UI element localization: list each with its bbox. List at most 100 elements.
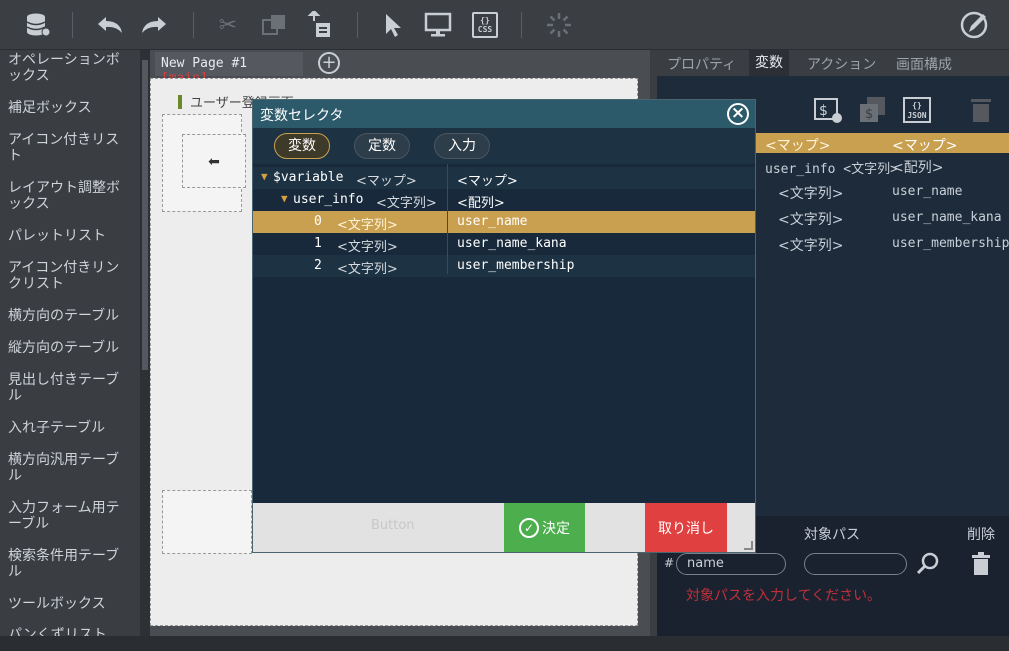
paste-icon[interactable] <box>304 9 336 41</box>
copy-variable-icon[interactable]: $ <box>858 96 888 124</box>
pointer-icon[interactable] <box>377 9 409 41</box>
monitor-icon[interactable] <box>422 9 454 41</box>
expand-triangle-icon[interactable]: ▼ <box>261 170 268 183</box>
tree-row-selected[interactable]: 0 <文字列> user_name <box>253 211 755 233</box>
trash-icon[interactable] <box>970 96 992 124</box>
tree-name: 1 <box>314 236 322 251</box>
tree-type: <マップ> <box>356 174 417 189</box>
target-path-input[interactable] <box>804 553 907 575</box>
tree-type: <文字列> <box>337 218 398 233</box>
sidebar-item[interactable]: パレットリスト <box>0 228 114 244</box>
add-page-button[interactable]: + <box>318 52 340 74</box>
dialog-tabs: 変数 定数 入力 <box>253 128 755 164</box>
tree-row[interactable]: ▼ user_info <文字列> <配列> <box>253 189 755 211</box>
variable-cell: <マップ> <box>892 138 958 154</box>
cut-icon[interactable]: ✂ <box>212 9 244 41</box>
add-variable-icon[interactable]: $ <box>814 98 844 124</box>
sidebar-item[interactable]: 入れ子テーブル <box>0 420 113 436</box>
sidebar-item[interactable]: パンくずリスト <box>0 627 115 636</box>
variable-cell: <マップ> <box>765 138 831 154</box>
ok-button[interactable]: ✓ 決定 <box>504 503 585 552</box>
delete-header: 削除 <box>967 527 995 543</box>
toolbar-separator <box>72 12 73 38</box>
sidebar-item[interactable]: 補足ボックス <box>0 100 100 116</box>
delete-row-icon[interactable] <box>972 552 990 576</box>
tree-name: $variable <box>273 170 344 185</box>
css-badge-bottom: CSS <box>477 25 493 34</box>
canvas-block[interactable] <box>162 490 252 554</box>
toolbar-separator <box>193 12 194 38</box>
dialog-title: 変数セレクタ <box>260 108 344 124</box>
variable-cell: user_info <文字列> <box>765 162 898 177</box>
svg-text:$: $ <box>865 107 873 122</box>
tab-constants[interactable]: 定数 <box>354 133 410 159</box>
sidebar-scroll-thumb[interactable] <box>142 60 148 370</box>
name-input[interactable]: name <box>676 553 786 575</box>
dialog-title-bar[interactable]: 変数セレクタ × <box>253 100 755 128</box>
right-panel-tabs: プロパティ 変数 アクション 画面構成 <box>657 50 1009 76</box>
expand-triangle-icon[interactable]: ▼ <box>281 192 288 205</box>
svg-text:$: $ <box>819 103 828 119</box>
css-badge-top: {} <box>480 16 490 25</box>
variable-cell: user_name <box>892 184 963 199</box>
toolbar-separator <box>521 12 522 38</box>
close-icon[interactable]: × <box>727 103 749 125</box>
toolbar-separator <box>357 12 358 38</box>
target-path-header: 対象パス <box>804 527 860 543</box>
sidebar-item[interactable]: 入力フォーム用テーブル <box>0 500 140 532</box>
json-icon[interactable]: {} JSON <box>903 97 931 123</box>
resize-grip-icon[interactable] <box>744 541 753 550</box>
target-path-error: 対象パスを入力してください。 <box>686 588 882 604</box>
sidebar-item[interactable]: レイアウト調整ボックス <box>0 180 140 212</box>
sidebar-item[interactable]: オペレーションボックス <box>0 52 140 84</box>
column-divider[interactable] <box>447 164 448 274</box>
tab-variables[interactable]: 変数 <box>274 133 330 159</box>
tree-type: <文字列> <box>337 262 398 277</box>
tree-name: user_info <box>293 192 364 207</box>
component-sidebar: オペレーションボックス 補足ボックス アイコン付きリスト レイアウト調整ボックス… <box>0 50 140 636</box>
tree-name: 2 <box>314 258 322 273</box>
tree-type: <文字列> <box>337 240 398 255</box>
css-icon[interactable]: {} CSS <box>469 9 501 41</box>
back-arrow-icon[interactable]: ⬅ <box>182 134 246 188</box>
variable-cell: <文字列> <box>778 212 844 228</box>
tab-properties[interactable]: プロパティ <box>667 54 736 74</box>
copy-icon[interactable] <box>258 9 290 41</box>
sidebar-item[interactable]: 見出し付きテーブル <box>0 372 140 404</box>
variable-cell: <文字列> <box>778 186 844 202</box>
tab-screen-structure[interactable]: 画面構成 <box>896 54 952 74</box>
redo-icon[interactable] <box>138 9 170 41</box>
page-tab[interactable]: New Page #1 [main] <box>155 52 303 86</box>
sidebar-item[interactable]: アイコン付きリスト <box>0 132 140 164</box>
ok-label: 決定 <box>542 520 570 537</box>
search-icon[interactable] <box>916 552 940 576</box>
variable-cell: user_name_kana <box>892 210 1002 225</box>
dialog-footer: Button ✓ 決定 取り消し <box>253 503 755 552</box>
tree-row[interactable]: 1 <文字列> user_name_kana <box>253 233 755 255</box>
tree-row[interactable]: ▼ $variable <マップ> <マップ> <box>253 167 755 189</box>
edit-icon[interactable] <box>958 9 990 41</box>
undo-icon[interactable] <box>94 9 126 41</box>
cancel-label: 取り消し <box>658 520 714 537</box>
variable-selector-dialog: 変数セレクタ × 変数 定数 入力 ▼ $variable <マップ> <マップ… <box>252 99 756 553</box>
tab-actions[interactable]: アクション <box>807 54 876 74</box>
hash-label: # <box>664 556 675 570</box>
cancel-button[interactable]: 取り消し <box>645 503 727 552</box>
tree-row[interactable]: 2 <文字列> user_membership <box>253 255 755 277</box>
database-icon[interactable] <box>22 9 54 41</box>
tree-value: user_membership <box>457 258 575 273</box>
tab-variables[interactable]: 変数 <box>749 50 789 76</box>
sidebar-item[interactable]: 横方向のテーブル <box>0 308 127 324</box>
sidebar-item[interactable]: 縦方向のテーブル <box>0 340 127 356</box>
sidebar-item[interactable]: アイコン付きリンクリスト <box>0 260 140 292</box>
tree-value: <配列> <box>457 196 505 211</box>
status-bar <box>0 636 1009 651</box>
tab-input[interactable]: 入力 <box>434 133 490 159</box>
sidebar-item[interactable]: ツールボックス <box>0 596 114 612</box>
variable-cell: <配列> <box>892 160 944 176</box>
page-tab-name: New Page #1 <box>161 56 248 71</box>
sidebar-item[interactable]: 検索条件用テーブル <box>0 548 140 580</box>
variable-cell: user_membership <box>892 236 1009 251</box>
sidebar-item[interactable]: 横方向汎用テーブル <box>0 452 140 484</box>
tree-name: 0 <box>314 214 322 229</box>
